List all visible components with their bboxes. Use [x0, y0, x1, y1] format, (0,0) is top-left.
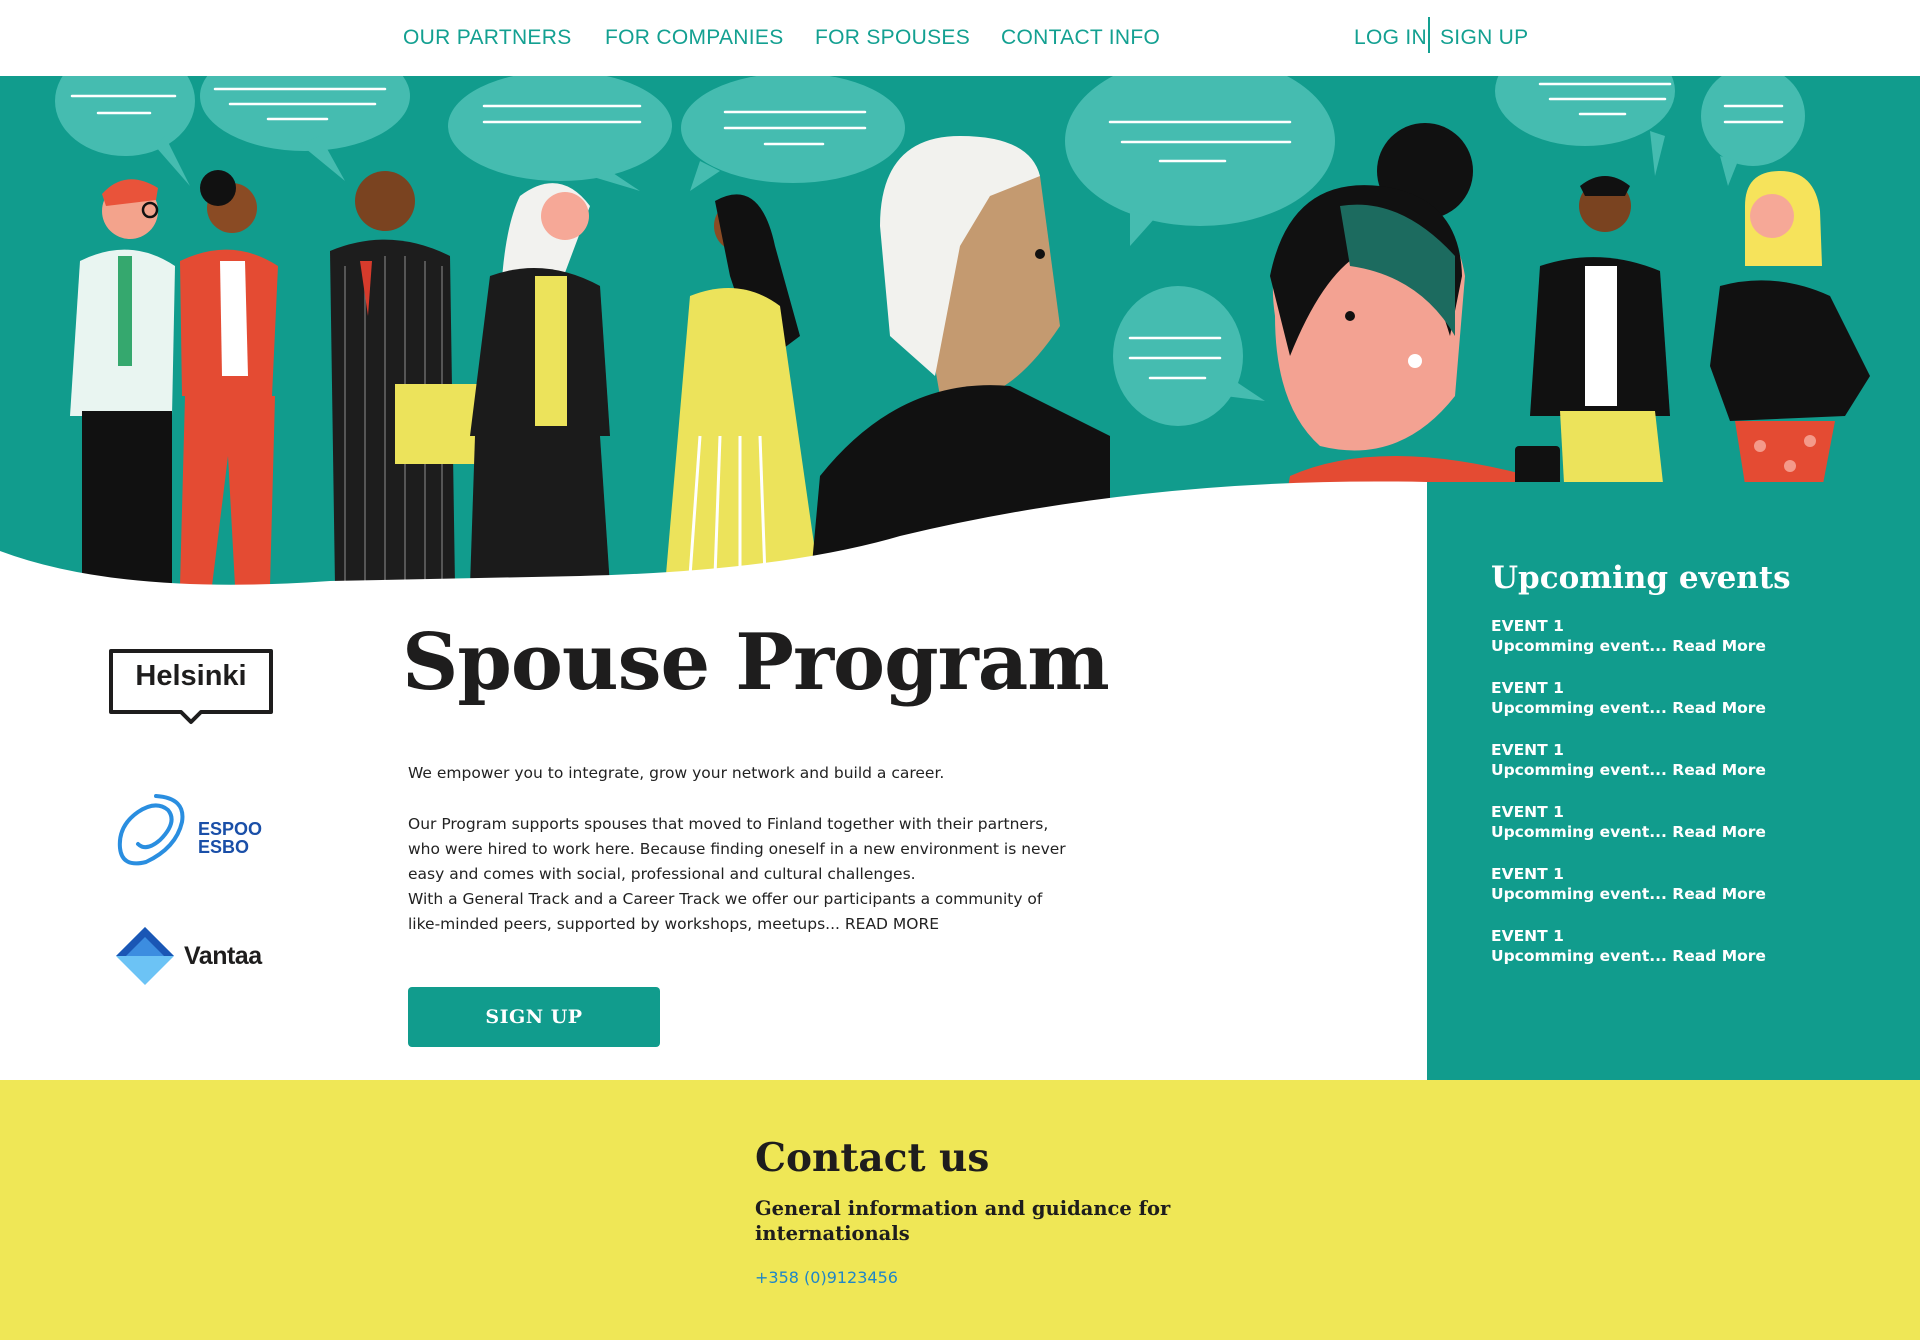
description-paragraph-2-text: With a General Track and a Career Track … — [408, 890, 1043, 933]
event-description: Upcomming event... Read More — [1491, 947, 1766, 965]
upcoming-events-panel: Upcoming events EVENT 1 Upcomming event.… — [1427, 482, 1920, 1080]
event-description: Upcomming event... Read More — [1491, 637, 1766, 655]
event-item[interactable]: EVENT 1 Upcomming event... Read More — [1491, 926, 1766, 966]
event-description: Upcomming event... Read More — [1491, 761, 1766, 779]
vantaa-logo: Vantaa — [114, 925, 262, 991]
espoo-logo: ESPOO ESBO — [116, 790, 262, 874]
nav-contact-info[interactable]: CONTACT INFO — [1001, 26, 1160, 50]
helsinki-logo: Helsinki — [107, 648, 275, 730]
event-description: Upcomming event... Read More — [1491, 699, 1766, 717]
vantaa-logo-mark — [116, 927, 174, 985]
event-name: EVENT 1 — [1491, 927, 1564, 945]
espoo-logo-mark — [117, 794, 185, 866]
event-name: EVENT 1 — [1491, 803, 1564, 821]
intro-text: We empower you to integrate, grow your n… — [408, 764, 945, 782]
description-paragraph-2: With a General Track and a Career Track … — [408, 887, 1068, 937]
read-more-link[interactable]: READ MORE — [845, 915, 939, 933]
contact-subtitle: General information and guidance for int… — [755, 1197, 1171, 1245]
event-description: Upcomming event... Read More — [1491, 823, 1766, 841]
vantaa-logo-text: Vantaa — [184, 942, 262, 970]
contact-title: Contact us — [755, 1135, 990, 1181]
event-name: EVENT 1 — [1491, 865, 1564, 883]
event-item[interactable]: EVENT 1 Upcomming event... Read More — [1491, 678, 1766, 718]
event-name: EVENT 1 — [1491, 679, 1564, 697]
nav-for-spouses[interactable]: FOR SPOUSES — [815, 26, 970, 50]
event-description: Upcomming event... Read More — [1491, 885, 1766, 903]
espoo-logo-text-1: ESPOO — [198, 819, 263, 839]
nav-divider — [1428, 17, 1430, 53]
nav-our-partners[interactable]: OUR PARTNERS — [403, 26, 572, 50]
program-description: Our Program supports spouses that moved … — [408, 812, 1068, 937]
nav-for-companies[interactable]: FOR COMPANIES — [605, 26, 784, 50]
page-title: Spouse Program — [402, 617, 1110, 708]
contact-phone-link[interactable]: +358 (0)9123456 — [755, 1268, 898, 1287]
event-item[interactable]: EVENT 1 Upcomming event... Read More — [1491, 616, 1766, 656]
event-name: EVENT 1 — [1491, 741, 1564, 759]
event-item[interactable]: EVENT 1 Upcomming event... Read More — [1491, 864, 1766, 904]
event-item[interactable]: EVENT 1 Upcomming event... Read More — [1491, 802, 1766, 842]
helsinki-logo-text: Helsinki — [135, 660, 247, 692]
top-navigation: OUR PARTNERS FOR COMPANIES FOR SPOUSES C… — [0, 0, 1920, 76]
event-name: EVENT 1 — [1491, 617, 1564, 635]
events-title: Upcoming events — [1491, 560, 1791, 596]
nav-log-in[interactable]: LOG IN — [1354, 26, 1427, 50]
description-paragraph-1: Our Program supports spouses that moved … — [408, 815, 1066, 883]
nav-sign-up[interactable]: SIGN UP — [1440, 26, 1528, 50]
contact-section: Contact us General information and guida… — [0, 1080, 1920, 1340]
event-item[interactable]: EVENT 1 Upcomming event... Read More — [1491, 740, 1766, 780]
sign-up-button[interactable]: SIGN UP — [408, 987, 660, 1047]
espoo-logo-text-2: ESBO — [198, 837, 250, 857]
